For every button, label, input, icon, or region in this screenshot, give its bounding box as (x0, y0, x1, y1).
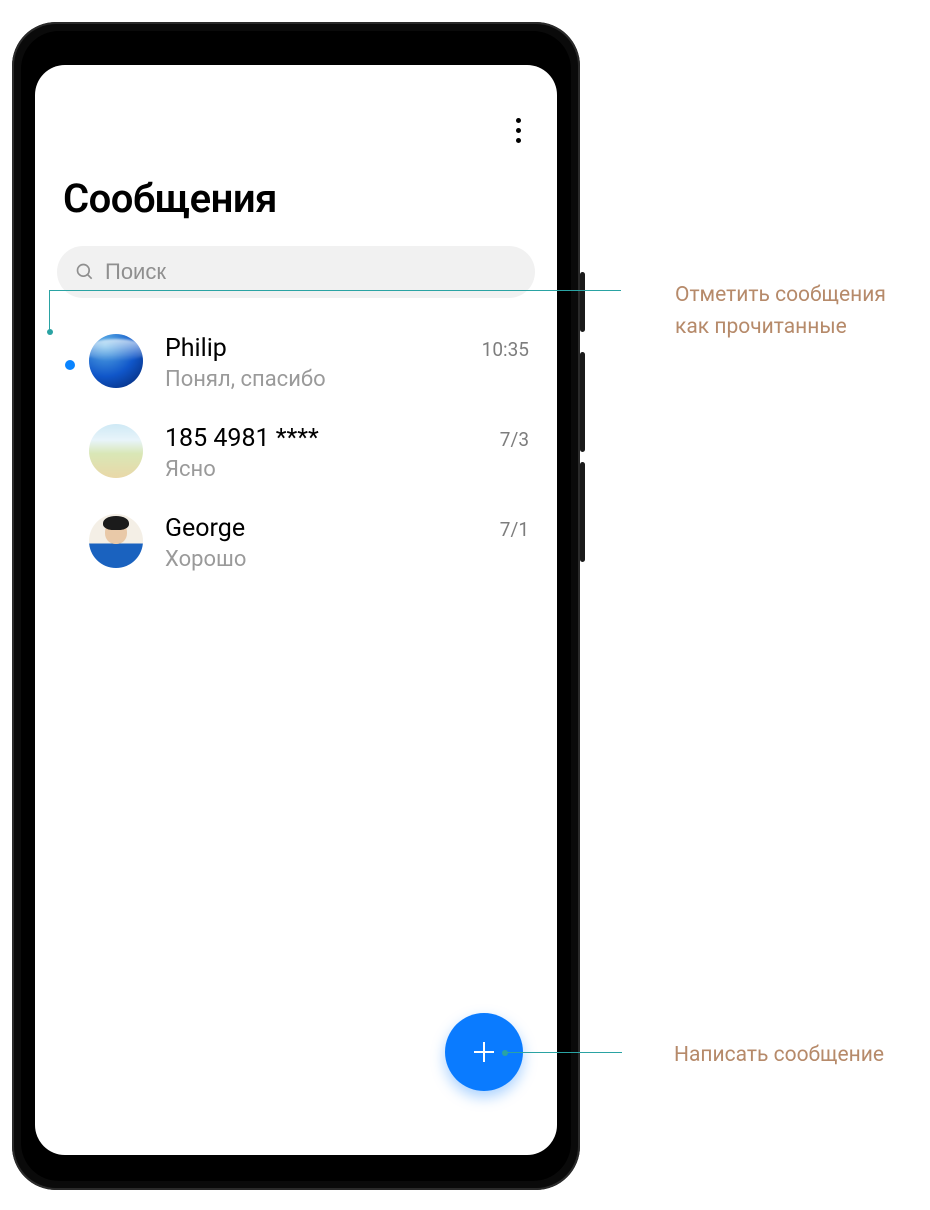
screen: Сообщения Philip 10:35 (35, 65, 557, 1155)
search-icon (75, 262, 95, 282)
conversation-row[interactable]: 185 4981 **** 7/3 Ясно (35, 408, 557, 498)
timestamp: 7/1 (500, 518, 529, 541)
search-input[interactable] (105, 259, 517, 285)
plus-icon (469, 1037, 499, 1067)
avatar (89, 514, 143, 568)
conversation-row[interactable]: Philip 10:35 Понял, спасибо (35, 318, 557, 408)
message-preview: Ясно (165, 457, 529, 482)
page-title: Сообщения (35, 105, 557, 246)
unread-indicator (65, 360, 75, 370)
more-icon (516, 118, 521, 123)
contact-name: Philip (165, 334, 227, 363)
more-icon (516, 128, 521, 133)
callout-text: Написать сообщение (674, 1040, 884, 1072)
phone-frame: Сообщения Philip 10:35 (12, 22, 580, 1190)
avatar (89, 424, 143, 478)
more-menu-button[interactable] (503, 115, 533, 145)
avatar (89, 334, 143, 388)
message-preview: Хорошо (165, 547, 529, 572)
more-icon (516, 138, 521, 143)
search-bar[interactable] (57, 246, 535, 298)
callout-text: Отметить сообщения как прочитанные (675, 280, 909, 343)
contact-name: 185 4981 **** (165, 424, 319, 453)
timestamp: 10:35 (482, 338, 529, 361)
side-button (580, 352, 585, 452)
contact-name: George (165, 514, 245, 543)
conversation-row[interactable]: George 7/1 Хорошо (35, 498, 557, 588)
header: Сообщения (35, 65, 557, 246)
side-button (580, 272, 585, 332)
message-preview: Понял, спасибо (165, 367, 529, 392)
side-button (580, 462, 585, 562)
compose-button[interactable] (445, 1013, 523, 1091)
conversation-list: Philip 10:35 Понял, спасибо 185 4981 ***… (35, 308, 557, 588)
timestamp: 7/3 (500, 428, 529, 451)
